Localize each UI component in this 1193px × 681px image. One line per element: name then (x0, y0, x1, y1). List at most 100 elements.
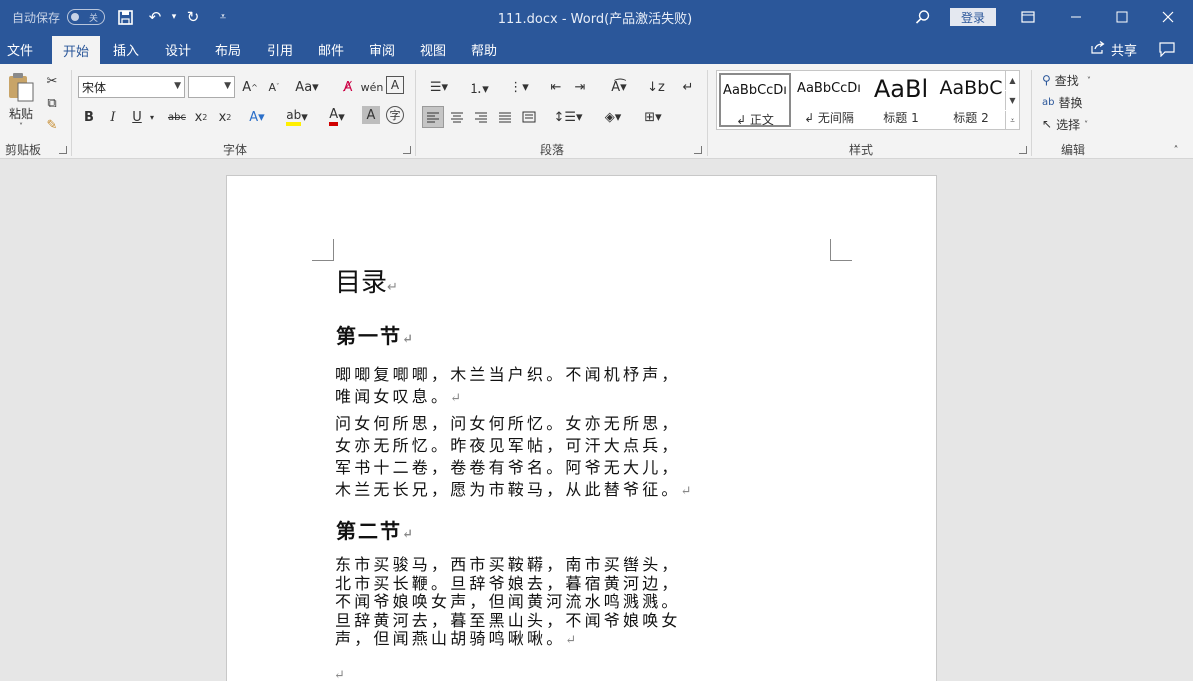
style-preview: AaBbC (939, 77, 1003, 99)
share-button[interactable]: 共享 (1088, 34, 1140, 64)
tab-file[interactable]: 文件 (0, 34, 40, 64)
italic-icon[interactable]: I (102, 106, 124, 128)
increase-indent-icon[interactable]: ⇥ (569, 76, 591, 98)
autosave-toggle[interactable]: 关 (67, 9, 105, 25)
numbering-icon[interactable]: ⒈▾ (462, 76, 496, 98)
align-center-icon[interactable] (446, 106, 468, 128)
format-painter-icon[interactable]: ✎ (41, 114, 63, 136)
multilevel-list-icon[interactable]: ⋮▾ (502, 76, 536, 98)
login-button[interactable]: 登录 (950, 8, 996, 26)
paragraph-mark: ↵ (402, 332, 415, 347)
text-line: 东市买骏马，西市买鞍鞯，南市买辔头， (335, 555, 681, 574)
tab-references[interactable]: 引用 (260, 34, 300, 64)
text-line: 声，但闻燕山胡骑鸣啾啾。 (335, 629, 566, 648)
paragraph-2[interactable]: 问女何所思，问女何所忆。女亦无所思， 女亦无所忆。昨夜见军帖，可汗大点兵， 军书… (335, 413, 695, 503)
underline-icon[interactable]: U (126, 106, 148, 128)
tab-design[interactable]: 设计 (158, 34, 198, 64)
heading-text: 第一节 (336, 324, 402, 348)
tab-insert[interactable]: 插入 (106, 34, 146, 64)
bold-icon[interactable]: B (78, 106, 100, 128)
font-name-combo[interactable]: 宋体 ▼ (78, 76, 185, 98)
line-spacing-icon[interactable]: ↕☰▾ (551, 106, 585, 128)
styles-launcher-icon[interactable] (1019, 146, 1027, 154)
copy-icon[interactable]: ⧉ (41, 92, 63, 114)
comment-icon[interactable] (1152, 34, 1182, 64)
styles-more-icon[interactable]: ⩡ (1005, 111, 1019, 130)
tab-view[interactable]: 视图 (413, 34, 453, 64)
paragraph-3[interactable]: 东市买骏马，西市买鞍鞯，南市买辔头， 北市买长鞭。旦辞爷娘去，暮宿黄河边， 不闻… (335, 555, 681, 651)
select-label: 选择 (1056, 117, 1081, 132)
sort-icon[interactable]: ↓z (645, 76, 667, 98)
find-icon: ⚲ (1042, 73, 1051, 87)
minimize-icon[interactable] (1053, 0, 1099, 34)
share-icon (1091, 40, 1106, 58)
highlight-color-icon[interactable]: ab ▾ (283, 106, 311, 128)
clipboard-group-label: 剪贴板 (5, 143, 42, 157)
align-left-icon[interactable] (422, 106, 444, 128)
tab-layout[interactable]: 布局 (208, 34, 248, 64)
clear-formatting-icon[interactable]: A̸ (337, 76, 359, 98)
empty-paragraph-mark[interactable]: ↵ (334, 668, 345, 681)
enclose-characters-icon[interactable]: 字 (386, 106, 404, 124)
grow-font-icon[interactable]: A ^ (239, 76, 261, 98)
collapse-ribbon-icon[interactable]: ˄ (1168, 144, 1184, 156)
tab-mailings[interactable]: 邮件 (311, 34, 351, 64)
search-icon[interactable] (911, 0, 935, 34)
style-normal[interactable]: AaBbCcDı ↲ 正文 (719, 73, 791, 127)
margin-corner-mark (312, 239, 334, 261)
borders-icon[interactable]: ⊞▾ (636, 106, 670, 128)
style-no-spacing[interactable]: AaBbCcDı ↲ 无间隔 (793, 73, 865, 127)
phonetic-guide-icon[interactable]: wén (361, 76, 384, 98)
superscript-icon[interactable]: x2 (214, 106, 236, 128)
save-icon[interactable] (114, 0, 136, 34)
styles-group-label: 样式 (849, 143, 874, 157)
align-right-icon[interactable] (470, 106, 492, 128)
tab-review[interactable]: 审阅 (362, 34, 402, 64)
select-button[interactable]: ↖ 选择 ˅ (1042, 114, 1088, 134)
font-color-icon[interactable]: A ▾ (323, 106, 351, 128)
maximize-icon[interactable] (1099, 0, 1145, 34)
paste-button[interactable]: 粘贴 ˅ (4, 70, 38, 132)
paragraph-launcher-icon[interactable] (694, 146, 702, 154)
shrink-font-icon[interactable]: Aˇ (263, 76, 285, 98)
close-icon[interactable] (1145, 0, 1191, 34)
clipboard-launcher-icon[interactable] (59, 146, 67, 154)
styles-scroll-down-icon[interactable]: ▼ (1005, 91, 1019, 110)
heading-section-2[interactable]: 第二节↵ (336, 515, 415, 544)
chevron-down-icon[interactable]: ▾ (146, 106, 158, 128)
style-heading-2[interactable]: AaBbC 标题 2 (935, 73, 1007, 127)
document-title-text[interactable]: 目录↵ (335, 262, 398, 299)
style-heading-1[interactable]: AaBl 标题 1 (865, 73, 937, 127)
distributed-icon[interactable] (518, 106, 540, 128)
customize-qat-icon[interactable]: ⩡ (212, 0, 234, 34)
justify-icon[interactable] (494, 106, 516, 128)
subscript-icon[interactable]: x2 (190, 106, 212, 128)
decrease-indent-icon[interactable]: ⇤ (545, 76, 567, 98)
divider (71, 70, 72, 156)
strikethrough-icon[interactable]: abc (166, 106, 188, 128)
cut-icon[interactable]: ✂ (41, 70, 63, 92)
asian-layout-icon[interactable]: A͡▾ (602, 76, 636, 98)
title-bar: 自动保存 关 ↶ ▾ ↻ ⩡ 111.docx - Word(产品激活失败) 登… (0, 0, 1193, 34)
replace-button[interactable]: ab 替换 (1042, 92, 1083, 112)
find-button[interactable]: ⚲ 查找 ˅ (1042, 70, 1091, 90)
styles-scroll-up-icon[interactable]: ▲ (1005, 71, 1019, 90)
margin-corner-mark (830, 239, 852, 261)
text-effects-icon[interactable]: A▾ (246, 106, 268, 128)
tab-home[interactable]: 开始 (52, 36, 100, 64)
change-case-icon[interactable]: Aa▾ (292, 76, 322, 98)
ribbon-display-options-icon[interactable] (1005, 0, 1051, 34)
shading-icon[interactable]: ◈▾ (596, 106, 630, 128)
tab-help[interactable]: 帮助 (464, 34, 504, 64)
redo-icon[interactable]: ↻ (182, 0, 204, 34)
bullets-icon[interactable]: ☰▾ (422, 76, 456, 98)
font-launcher-icon[interactable] (403, 146, 411, 154)
heading-section-1[interactable]: 第一节↵ (336, 320, 415, 349)
font-size-combo[interactable]: ▼ (188, 76, 235, 98)
character-border-icon[interactable]: A (386, 76, 404, 94)
paragraph-1[interactable]: 唧唧复唧唧，木兰当户织。不闻机杼声， 唯闻女叹息。↵ (335, 364, 681, 410)
divider (707, 70, 708, 156)
title-text: 目录 (335, 268, 388, 298)
show-hide-marks-icon[interactable]: ↵ (677, 76, 699, 98)
character-shading-icon[interactable]: A (362, 106, 380, 124)
